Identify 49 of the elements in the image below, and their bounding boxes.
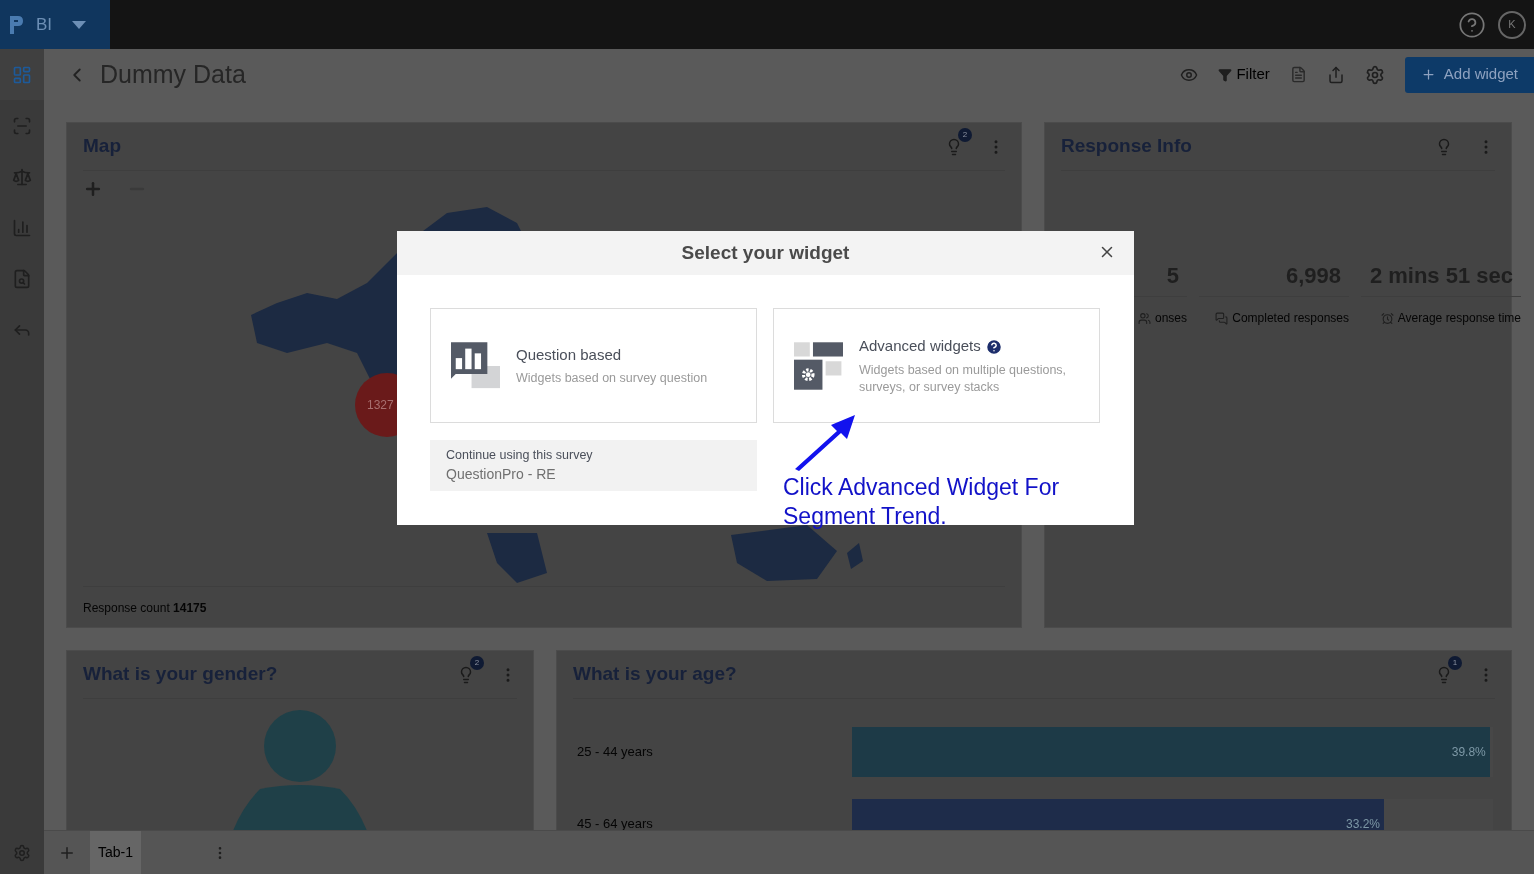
- dialog-title: Select your widget: [681, 240, 850, 265]
- product-name: BI: [36, 13, 53, 36]
- island-shape: [847, 543, 863, 569]
- cluster-count: 1327: [367, 397, 394, 414]
- widget-option-card[interactable]: Question based Widgets based on survey question: [430, 308, 757, 423]
- filter-button[interactable]: Filter: [1218, 63, 1270, 86]
- tab[interactable]: Tab-1: [90, 831, 142, 874]
- add-widget-button[interactable]: Add widget: [1404, 56, 1534, 93]
- logo-icon: [8, 13, 24, 36]
- option-title: Question based: [516, 344, 622, 365]
- option-description: Widgets based on survey question: [516, 370, 709, 388]
- stat-label: onses: [1154, 310, 1187, 327]
- value-label: 33.2%: [1346, 816, 1380, 830]
- count-badge: 2: [470, 655, 484, 670]
- stat-label: Completed responses: [1232, 310, 1349, 327]
- continue-survey-button[interactable]: Continue using this survey QuestionPro - RE: [430, 440, 757, 491]
- file-search-icon: [12, 268, 32, 289]
- value-label: 39.8%: [1451, 744, 1486, 761]
- dashboard-icon: [12, 64, 32, 85]
- sidebar-item[interactable]: [0, 49, 44, 100]
- continue-label: Continue using this survey: [446, 446, 594, 464]
- caret-icon: [72, 20, 87, 29]
- share-icon[interactable]: [1326, 65, 1345, 84]
- plus-icon: [1420, 67, 1436, 82]
- zoom-in-icon[interactable]: [83, 179, 103, 199]
- users-icon: [1137, 311, 1151, 325]
- count-badge: 2: [958, 127, 972, 142]
- widget-option-card[interactable]: Advanced widgets Widgets based on multiple questions, surveys, or survey stacks: [773, 308, 1100, 423]
- pdf-icon[interactable]: [1289, 66, 1307, 83]
- south-america-shape: [487, 533, 547, 583]
- settings-icon[interactable]: [13, 844, 31, 862]
- stat-label: Average response time: [1397, 310, 1521, 327]
- product-switcher[interactable]: BI: [0, 0, 110, 49]
- annotation-text: Click Advanced Widget For Segment Trend.: [783, 473, 1061, 531]
- chat-icon: [1215, 311, 1229, 325]
- scan-icon: [12, 115, 32, 136]
- settings-icon[interactable]: [1364, 64, 1385, 85]
- user-avatar[interactable]: K: [1498, 10, 1526, 39]
- response-count: Response count 14175: [83, 601, 207, 615]
- alarm-clock-icon: [1380, 311, 1394, 325]
- bar-chart-icon: [12, 217, 32, 238]
- survey-name: QuestionPro - RE: [446, 465, 557, 485]
- pointer-arrow: [793, 413, 857, 471]
- option-description: Widgets based on multiple questions, surveys, or survey stacks: [859, 361, 1068, 396]
- scale-icon: [12, 166, 32, 187]
- category-label: 25 - 44 years: [576, 743, 654, 762]
- option-title: Advanced widgets: [859, 336, 981, 357]
- filter-icon: [1218, 67, 1233, 82]
- count-badge: 1: [1448, 655, 1462, 670]
